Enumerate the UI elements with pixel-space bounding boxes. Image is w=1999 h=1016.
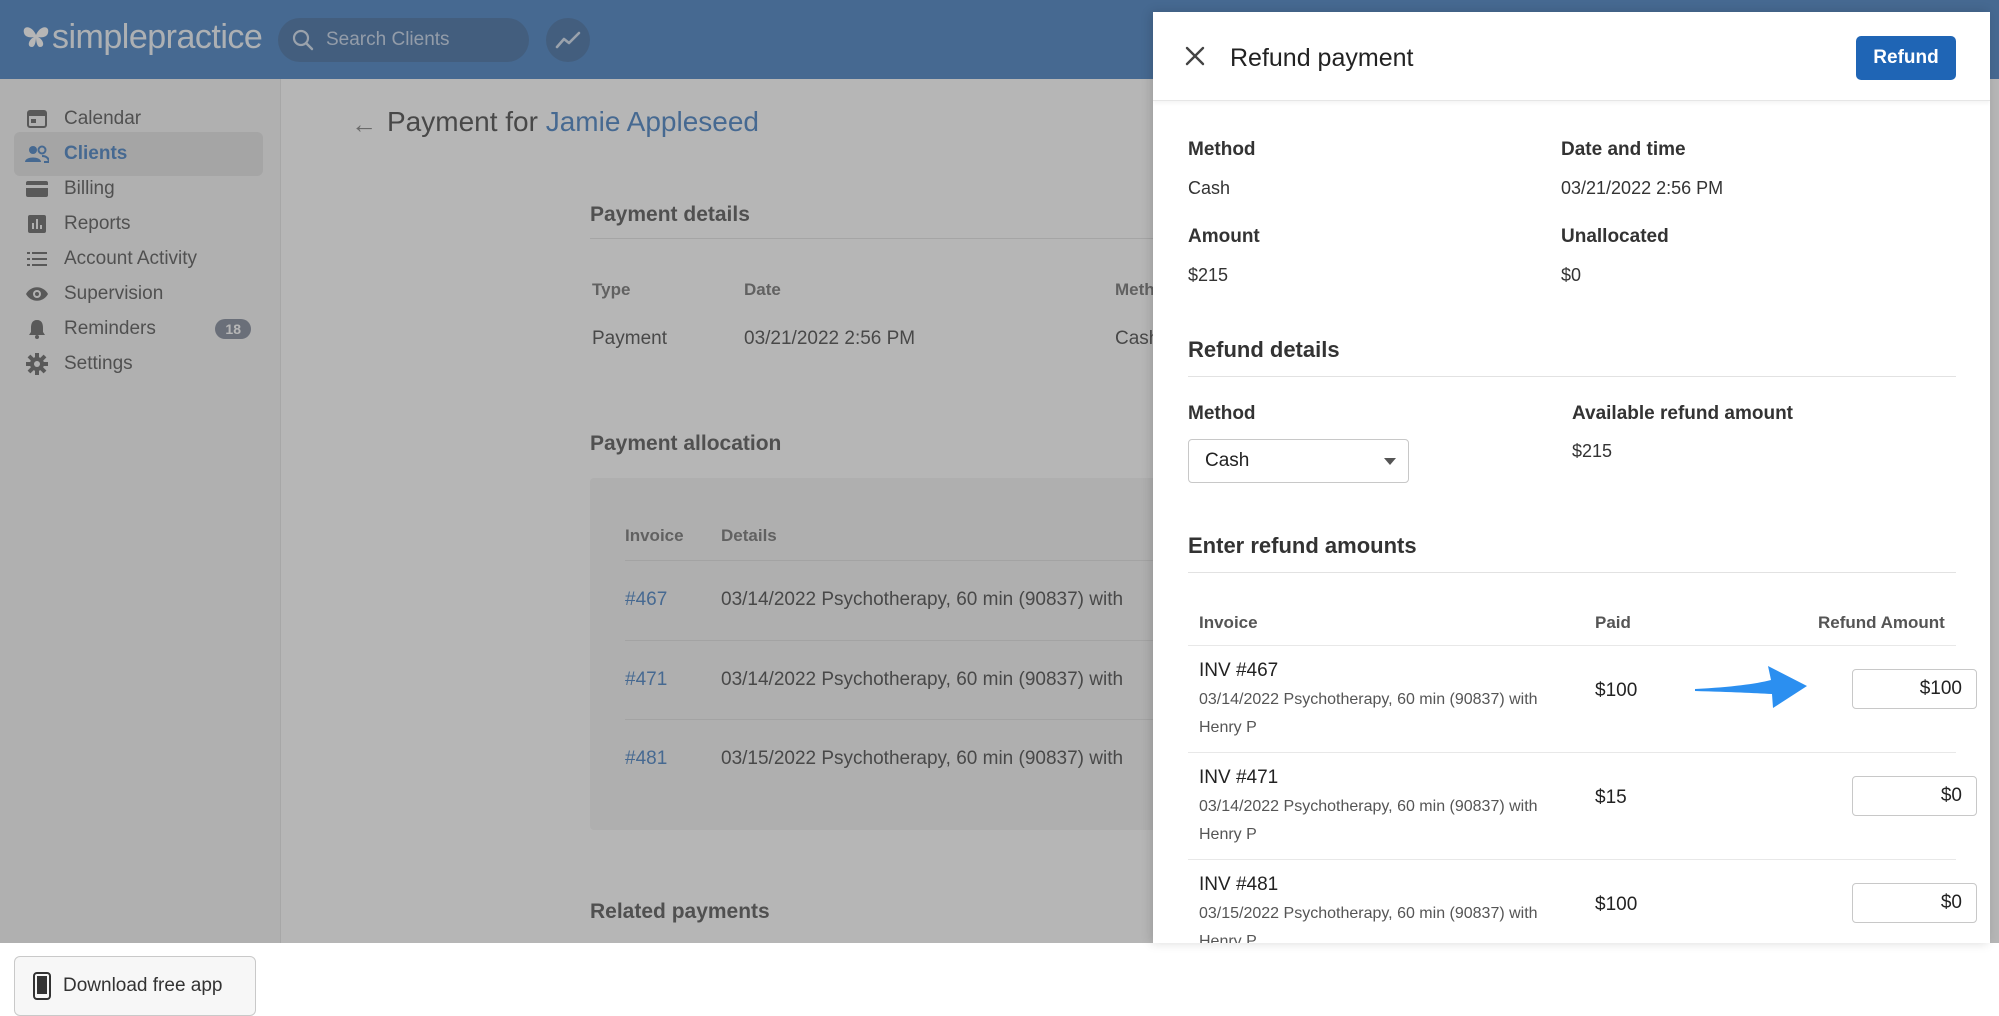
method-value: Cash: [1188, 178, 1231, 198]
refund-method-select[interactable]: Cash: [1188, 439, 1409, 483]
annotation-arrow-icon: [1695, 666, 1807, 708]
drawer-title: Refund payment: [1230, 44, 1414, 72]
datetime-label: Date and time: [1561, 139, 1686, 160]
phone-icon: [33, 972, 51, 1000]
available-refund-label: Available refund amount: [1572, 403, 1793, 424]
refund-amount-column-header: Refund Amount: [1818, 613, 1945, 632]
refund-method-selected: Cash: [1205, 450, 1250, 471]
refund-details-heading: Refund details: [1188, 337, 1340, 362]
refund-payment-drawer: Refund payment Refund Method Cash Date a…: [1153, 12, 1990, 943]
refund-amount-input[interactable]: [1852, 669, 1977, 709]
invoice-column-header: Invoice: [1199, 613, 1258, 632]
refund-amount-input[interactable]: [1852, 776, 1977, 816]
refund-button[interactable]: Refund: [1856, 36, 1956, 80]
row-paid-amount: $100: [1595, 680, 1638, 701]
download-app-button[interactable]: Download free app: [14, 956, 256, 1016]
amount-label: Amount: [1188, 226, 1260, 247]
row-paid-amount: $100: [1595, 894, 1638, 915]
row-invoice-number: INV #481: [1199, 874, 1279, 895]
paid-column-header: Paid: [1595, 613, 1631, 632]
refund-amount-input[interactable]: [1852, 883, 1977, 923]
row-invoice-number: INV #471: [1199, 767, 1279, 788]
row-paid-amount: $15: [1595, 787, 1627, 808]
refund-row: INV #471 03/14/2022 Psychotherapy, 60 mi…: [1188, 753, 1977, 859]
datetime-value: 03/21/2022 2:56 PM: [1561, 178, 1724, 198]
amount-value: $215: [1188, 265, 1229, 285]
unallocated-value: $0: [1561, 265, 1582, 285]
close-icon[interactable]: [1185, 46, 1205, 66]
refund-row: INV #467 03/14/2022 Psychotherapy, 60 mi…: [1188, 646, 1977, 752]
row-invoice-details: 03/14/2022 Psychotherapy, 60 min (90837)…: [1199, 691, 1538, 736]
method-label: Method: [1188, 139, 1256, 160]
row-invoice-number: INV #467: [1199, 660, 1279, 681]
refund-row: INV #481 03/15/2022 Psychotherapy, 60 mi…: [1188, 860, 1977, 943]
refund-method-label: Method: [1188, 403, 1256, 424]
divider: [1188, 376, 1956, 377]
row-invoice-details: 03/14/2022 Psychotherapy, 60 min (90837)…: [1199, 798, 1538, 843]
download-app-label: Download free app: [63, 975, 223, 996]
drawer-header: Refund payment Refund: [1153, 12, 1990, 101]
row-invoice-details: 03/15/2022 Psychotherapy, 60 min (90837)…: [1199, 905, 1538, 943]
available-refund-value: $215: [1572, 441, 1613, 461]
caret-down-icon: [1384, 457, 1396, 465]
unallocated-label: Unallocated: [1561, 226, 1669, 247]
divider: [1188, 572, 1956, 573]
enter-refund-amounts-heading: Enter refund amounts: [1188, 533, 1417, 558]
